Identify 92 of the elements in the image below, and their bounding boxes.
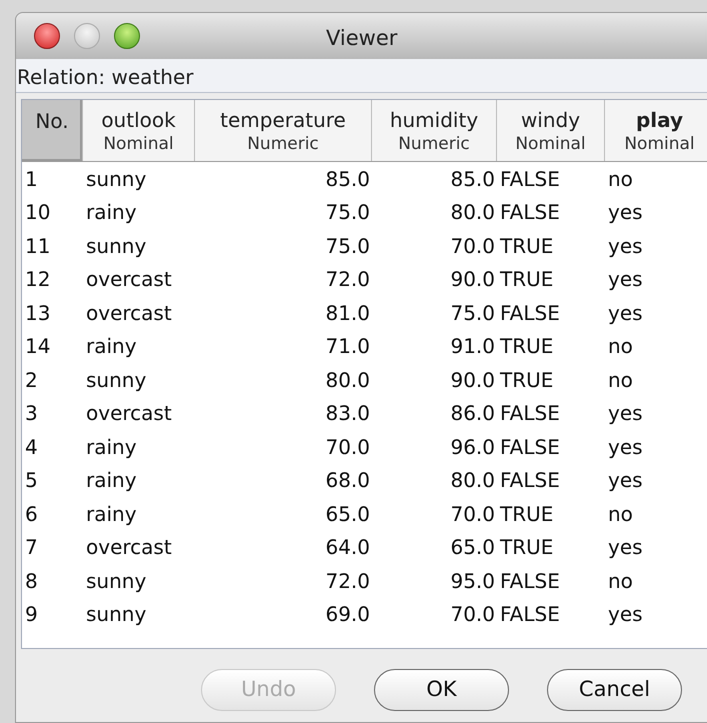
table-cell-text: 6 [25,500,38,528]
table-cell-text: 12 [25,266,50,294]
table-cell-text: 95.0 [450,568,495,595]
dialog-button[interactable]: OK [374,669,509,711]
table-cell-text: 11 [25,232,50,260]
table-cell-text: 85.0 [325,166,370,193]
table-cell-text: 65.0 [450,534,495,562]
table-cell-text: rainy [86,467,137,494]
table-cell-text: no [608,333,633,360]
table-cell-text: yes [608,534,643,562]
table-cell-text: 69.0 [325,601,370,628]
table-cell-text: 9 [25,601,38,628]
table-cell-text: 7 [25,534,38,562]
table-cell-text: FALSE [500,601,560,628]
table-cell-text: 80.0 [450,467,495,494]
table-cell-text: no [608,366,633,394]
table-cell-text: overcast [86,400,172,428]
table-cell-text: 14 [25,333,50,360]
table-cell-text: 13 [25,300,50,327]
minimize-button[interactable] [74,23,100,49]
table-cell-text: FALSE [500,199,560,226]
table-cell-text: 70.0 [325,434,370,461]
table-cell-text: 75.0 [450,300,495,327]
table-cell-text: yes [608,199,643,226]
table-cell-text: rainy [86,333,137,360]
table-cell-text: 80.0 [450,199,495,226]
table-cell-text: 96.0 [450,434,495,461]
table-cell-text: yes [608,434,643,461]
table-cell-text: 90.0 [450,366,495,394]
table-cell-text: FALSE [500,166,560,193]
table-cell-text: 72.0 [325,266,370,294]
table-cell-text: yes [608,300,643,327]
table-cell-text: 3 [25,400,38,428]
table-cell-text: overcast [86,300,172,327]
table-cell-text: TRUE [500,366,554,394]
table-cell-text: 85.0 [450,166,495,193]
table-cell-text: yes [608,400,643,428]
table-cell-text: no [608,166,633,193]
table-cell-text: 4 [25,434,38,461]
table-cell-text: 81.0 [325,300,370,327]
table-cell-text: sunny [86,568,146,595]
table-cell-text: TRUE [500,500,554,528]
table-cell-text: no [608,500,633,528]
table-cell-text: FALSE [500,300,560,327]
table-cell-text: yes [608,467,643,494]
table-cell-text: 1 [25,166,38,193]
column-header[interactable]: No. [22,100,83,161]
table-cell-text: 70.0 [450,601,495,628]
table-cell-text: 70.0 [450,500,495,528]
table-cell-text: sunny [86,232,146,260]
table-cell-text: TRUE [500,266,554,294]
table-cell-text: sunny [86,166,146,193]
table-cell-text: 2 [25,366,38,394]
zoom-button[interactable] [114,23,140,49]
dialog-button[interactable]: Cancel [547,669,682,711]
table-cell-text: overcast [86,266,172,294]
table-cell-text: 65.0 [325,500,370,528]
table-cell-text: yes [608,266,643,294]
table-cell-text: 5 [25,467,38,494]
table-cell-text: 64.0 [325,534,370,562]
table-cell-text: sunny [86,601,146,628]
table-cell-text: 83.0 [325,400,370,428]
table-cell-text: 75.0 [325,232,370,260]
close-button[interactable] [34,23,60,49]
table-cell-text: rainy [86,199,137,226]
window-title: Viewer [326,25,398,52]
table-cell-text: TRUE [500,232,554,260]
table-cell-text: sunny [86,366,146,394]
table-cell-text: overcast [86,534,172,562]
table-cell-text: 10 [25,199,50,226]
table-cell-text: FALSE [500,568,560,595]
table-cell-text: 75.0 [325,199,370,226]
table-cell-text: 90.0 [450,266,495,294]
table-cell-text: 80.0 [325,366,370,394]
table-cell-text: FALSE [500,400,560,428]
table-cell-text: FALSE [500,467,560,494]
relation-label: Relation: weather [16,64,194,91]
table-cell-text: 91.0 [450,333,495,360]
table-cell-text: rainy [86,434,137,461]
table-cell-text: yes [608,601,643,628]
table-cell-text: rainy [86,500,137,528]
table-cell-text: 71.0 [325,333,370,360]
table-cell-text: 68.0 [325,467,370,494]
table-cell-text: 8 [25,568,38,595]
table-cell-text: 72.0 [325,568,370,595]
table-cell-text: 86.0 [450,400,495,428]
table-cell-text: FALSE [500,434,560,461]
table-cell-text: no [608,568,633,595]
table-cell-text: 70.0 [450,232,495,260]
table-cell-text: TRUE [500,534,554,562]
table-cell-text: TRUE [500,333,554,360]
table-cell-text: yes [608,232,643,260]
